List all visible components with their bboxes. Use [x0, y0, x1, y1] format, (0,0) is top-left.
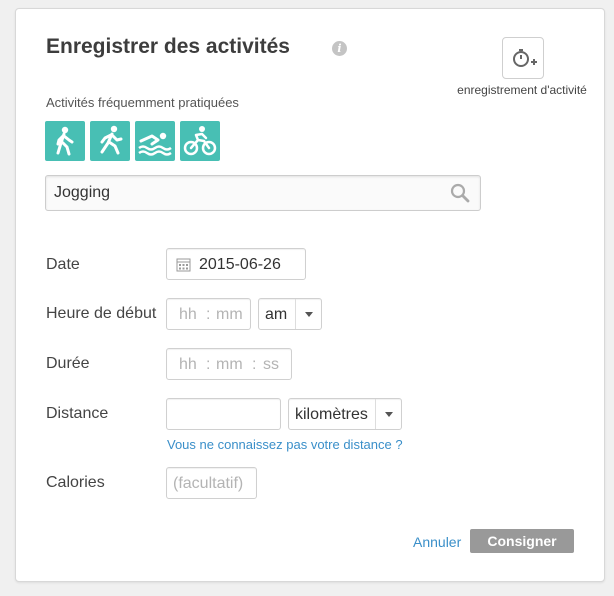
running-icon[interactable]	[90, 121, 130, 161]
start-time-label: Heure de début	[46, 305, 157, 322]
submit-button[interactable]: Consigner	[470, 529, 574, 553]
timer-caption: enregistrement d'activité	[457, 83, 587, 97]
duration-field[interactable]: hh : mm : ss	[166, 348, 292, 380]
duration-label: Durée	[46, 355, 90, 372]
start-minute-placeholder: mm	[216, 306, 243, 323]
calories-input[interactable]: (facultatif)	[166, 467, 257, 499]
distance-unit-select[interactable]: kilomètres	[288, 398, 402, 430]
stopwatch-plus-icon	[513, 49, 537, 67]
chevron-down-icon	[295, 299, 322, 329]
start-time-separator: :	[206, 306, 211, 323]
swimming-icon[interactable]	[135, 121, 175, 161]
ampm-value: am	[265, 306, 288, 323]
distance-input[interactable]	[166, 398, 281, 430]
unknown-distance-link[interactable]: Vous ne connaissez pas votre distance ?	[167, 437, 403, 452]
search-input-value: Jogging	[54, 184, 111, 201]
duration-separator-2: :	[252, 356, 257, 373]
activity-timer-button[interactable]	[502, 37, 544, 79]
duration-hour-placeholder: hh	[179, 356, 197, 373]
frequent-activities-label: Activités fréquemment pratiquées	[46, 95, 239, 110]
duration-minute-placeholder: mm	[216, 356, 243, 373]
walking-icon[interactable]	[45, 121, 85, 161]
log-activity-panel: Enregistrer des activités i enregistreme…	[15, 8, 605, 582]
cycling-icon[interactable]	[180, 121, 220, 161]
duration-separator-1: :	[206, 356, 211, 373]
date-field[interactable]: 2015-06-26	[166, 248, 306, 280]
frequent-activities-list	[45, 121, 220, 161]
start-hour-placeholder: hh	[179, 306, 197, 323]
activity-search-input[interactable]: Jogging	[45, 175, 481, 211]
search-icon[interactable]	[450, 183, 470, 203]
ampm-select[interactable]: am	[258, 298, 322, 330]
date-value: 2015-06-26	[199, 256, 281, 273]
distance-unit-value: kilomètres	[295, 406, 368, 423]
date-label: Date	[46, 256, 80, 273]
start-time-field[interactable]: hh : mm	[166, 298, 251, 330]
duration-second-placeholder: ss	[263, 356, 279, 373]
calendar-icon	[176, 258, 191, 272]
cancel-button[interactable]: Annuler	[413, 534, 461, 550]
info-icon[interactable]: i	[332, 41, 347, 56]
distance-label: Distance	[46, 405, 109, 422]
chevron-down-icon	[375, 399, 402, 429]
calories-label: Calories	[46, 474, 105, 491]
calories-placeholder: (facultatif)	[173, 475, 244, 492]
page-title: Enregistrer des activités	[46, 35, 290, 58]
